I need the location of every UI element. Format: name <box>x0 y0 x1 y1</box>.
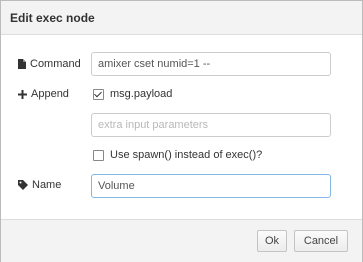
append-payload-row: msg.payload <box>93 88 172 100</box>
plus-icon <box>18 89 27 99</box>
spawn-row: Use spawn() instead of exec()? <box>93 149 262 161</box>
dialog-footer: Ok Cancel <box>1 219 362 262</box>
cancel-button[interactable]: Cancel <box>294 230 348 252</box>
file-icon <box>18 59 26 69</box>
dialog-titlebar: Edit exec node <box>1 1 362 35</box>
name-input[interactable] <box>91 174 331 198</box>
command-input[interactable] <box>91 52 331 76</box>
extra-parameters-input[interactable] <box>91 113 331 137</box>
command-label-group: Command <box>18 58 81 70</box>
tag-icon <box>18 180 28 190</box>
append-payload-checkbox[interactable] <box>93 88 104 100</box>
ok-button[interactable]: Ok <box>257 230 287 252</box>
append-payload-label: msg.payload <box>110 88 173 100</box>
append-label: Append <box>31 88 69 100</box>
dialog-body: Command Append msg.payload Use spawn() i… <box>1 35 362 218</box>
name-label-group: Name <box>18 179 61 191</box>
edit-exec-node-dialog: Edit exec node Command Append <box>0 0 363 262</box>
spawn-checkbox[interactable] <box>93 149 104 161</box>
dialog-title: Edit exec node <box>10 11 95 25</box>
append-label-group: Append <box>18 88 69 100</box>
spawn-label: Use spawn() instead of exec()? <box>110 149 263 161</box>
name-label: Name <box>32 179 62 191</box>
command-label: Command <box>30 58 81 70</box>
